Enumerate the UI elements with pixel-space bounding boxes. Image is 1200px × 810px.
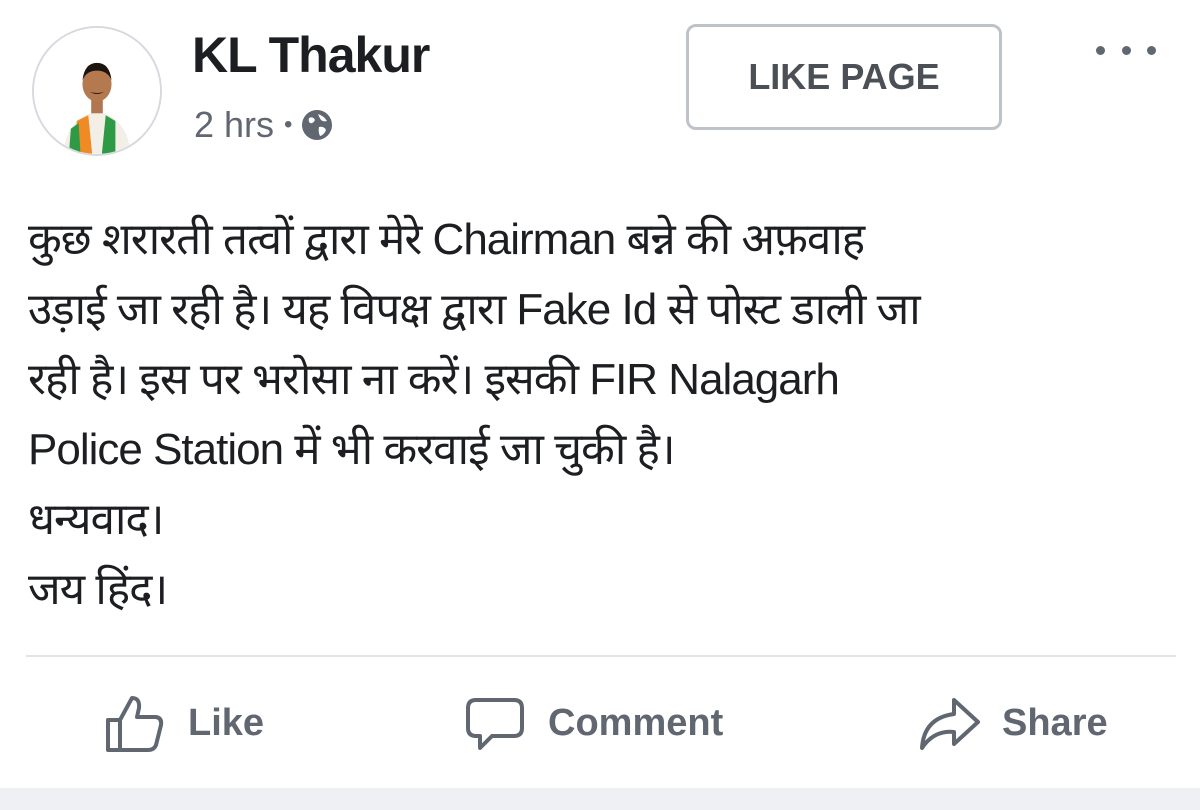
post-actions-bar: Like Comment Share: [0, 670, 1200, 774]
like-page-button[interactable]: LIKE PAGE: [686, 24, 1002, 130]
globe-icon[interactable]: [300, 108, 334, 142]
thumbs-up-icon: [106, 696, 164, 752]
avatar[interactable]: [32, 26, 162, 156]
page-name[interactable]: KL Thakur: [192, 26, 430, 84]
divider: [26, 655, 1176, 657]
comment-icon: [466, 698, 524, 750]
share-button[interactable]: Share: [916, 688, 1108, 758]
comment-button[interactable]: Comment: [462, 688, 723, 758]
post-text-line: Police Station में भी करवाई जा चुकी है।: [28, 425, 676, 474]
post-text-line: जय हिंद।: [28, 565, 168, 614]
like-button[interactable]: Like: [102, 688, 264, 758]
feed-gap: [0, 788, 1200, 810]
profile-photo: [34, 28, 160, 154]
post-meta: 2 hrs •: [194, 104, 334, 146]
more-options-icon[interactable]: [1096, 38, 1156, 62]
post-text-line: धन्यवाद।: [28, 495, 164, 544]
post-text: कुछ शरारती तत्वों द्वारा मेरे Chairman ब…: [28, 205, 1178, 625]
post-text-line: रही है। इस पर भरोसा ना करें। इसकी FIR Na…: [28, 355, 840, 404]
post-text-line: कुछ शरारती तत्वों द्वारा मेरे Chairman ब…: [28, 215, 865, 264]
like-label: Like: [188, 701, 265, 744]
facebook-post: KL Thakur 2 hrs • LIKE PAGE कुछ शरारती त…: [0, 0, 1200, 788]
share-arrow-icon: [920, 698, 980, 750]
post-text-line: उड़ाई जा रही है। यह विपक्ष द्वारा Fake I…: [28, 285, 921, 334]
post-timestamp[interactable]: 2 hrs: [194, 104, 274, 146]
comment-label: Comment: [548, 701, 724, 744]
separator-dot: •: [284, 111, 293, 138]
share-label: Share: [1002, 701, 1108, 744]
